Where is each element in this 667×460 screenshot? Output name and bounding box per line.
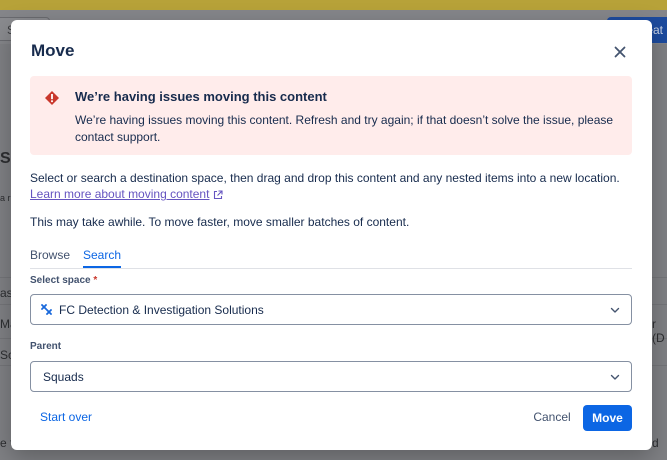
required-marker: * — [93, 275, 98, 286]
close-icon — [614, 46, 626, 58]
error-title: We’re having issues moving this content — [75, 89, 327, 104]
select-space-label: Select space * — [30, 275, 97, 286]
error-icon — [45, 91, 59, 105]
selected-space: FC Detection & Investigation Solutions — [59, 303, 264, 317]
parent-label: Parent — [30, 341, 62, 352]
chevron-down-icon — [610, 374, 620, 380]
error-banner: We’re having issues moving this content … — [30, 76, 632, 155]
move-button[interactable]: Move — [583, 405, 632, 431]
chevron-down-icon — [610, 307, 620, 313]
tab-search[interactable]: Search — [83, 248, 122, 268]
learn-more-link[interactable]: Learn more about moving content — [30, 187, 224, 201]
parent-dropdown[interactable]: Squads — [30, 361, 632, 392]
background-text: r (D — [652, 317, 665, 345]
tab-list: Browse Search — [30, 246, 632, 269]
move-dialog: Move We’re having issues moving this con… — [11, 20, 652, 450]
background-text: a r — [0, 193, 11, 203]
move-description: Select or search a destination space, th… — [30, 170, 635, 202]
select-space-label-text: Select space — [30, 275, 91, 286]
select-space-dropdown[interactable]: FC Detection & Investigation Solutions — [30, 294, 632, 325]
tab-browse[interactable]: Browse — [30, 248, 70, 266]
dialog-title: Move — [31, 41, 75, 60]
start-over-button[interactable]: Start over — [40, 410, 92, 424]
space-icon — [41, 304, 52, 315]
selected-parent: Squads — [43, 370, 84, 384]
external-link-icon — [214, 190, 224, 200]
move-note: This may take awhile. To move faster, mo… — [30, 215, 410, 229]
background-top-strip — [0, 0, 667, 10]
cancel-button[interactable]: Cancel — [527, 404, 577, 430]
learn-more-label: Learn more about moving content — [30, 187, 210, 201]
description-text: Select or search a destination space, th… — [30, 171, 620, 185]
close-button[interactable] — [610, 42, 630, 62]
error-message: We’re having issues moving this content.… — [75, 113, 614, 144]
background-text: d — [652, 436, 659, 450]
